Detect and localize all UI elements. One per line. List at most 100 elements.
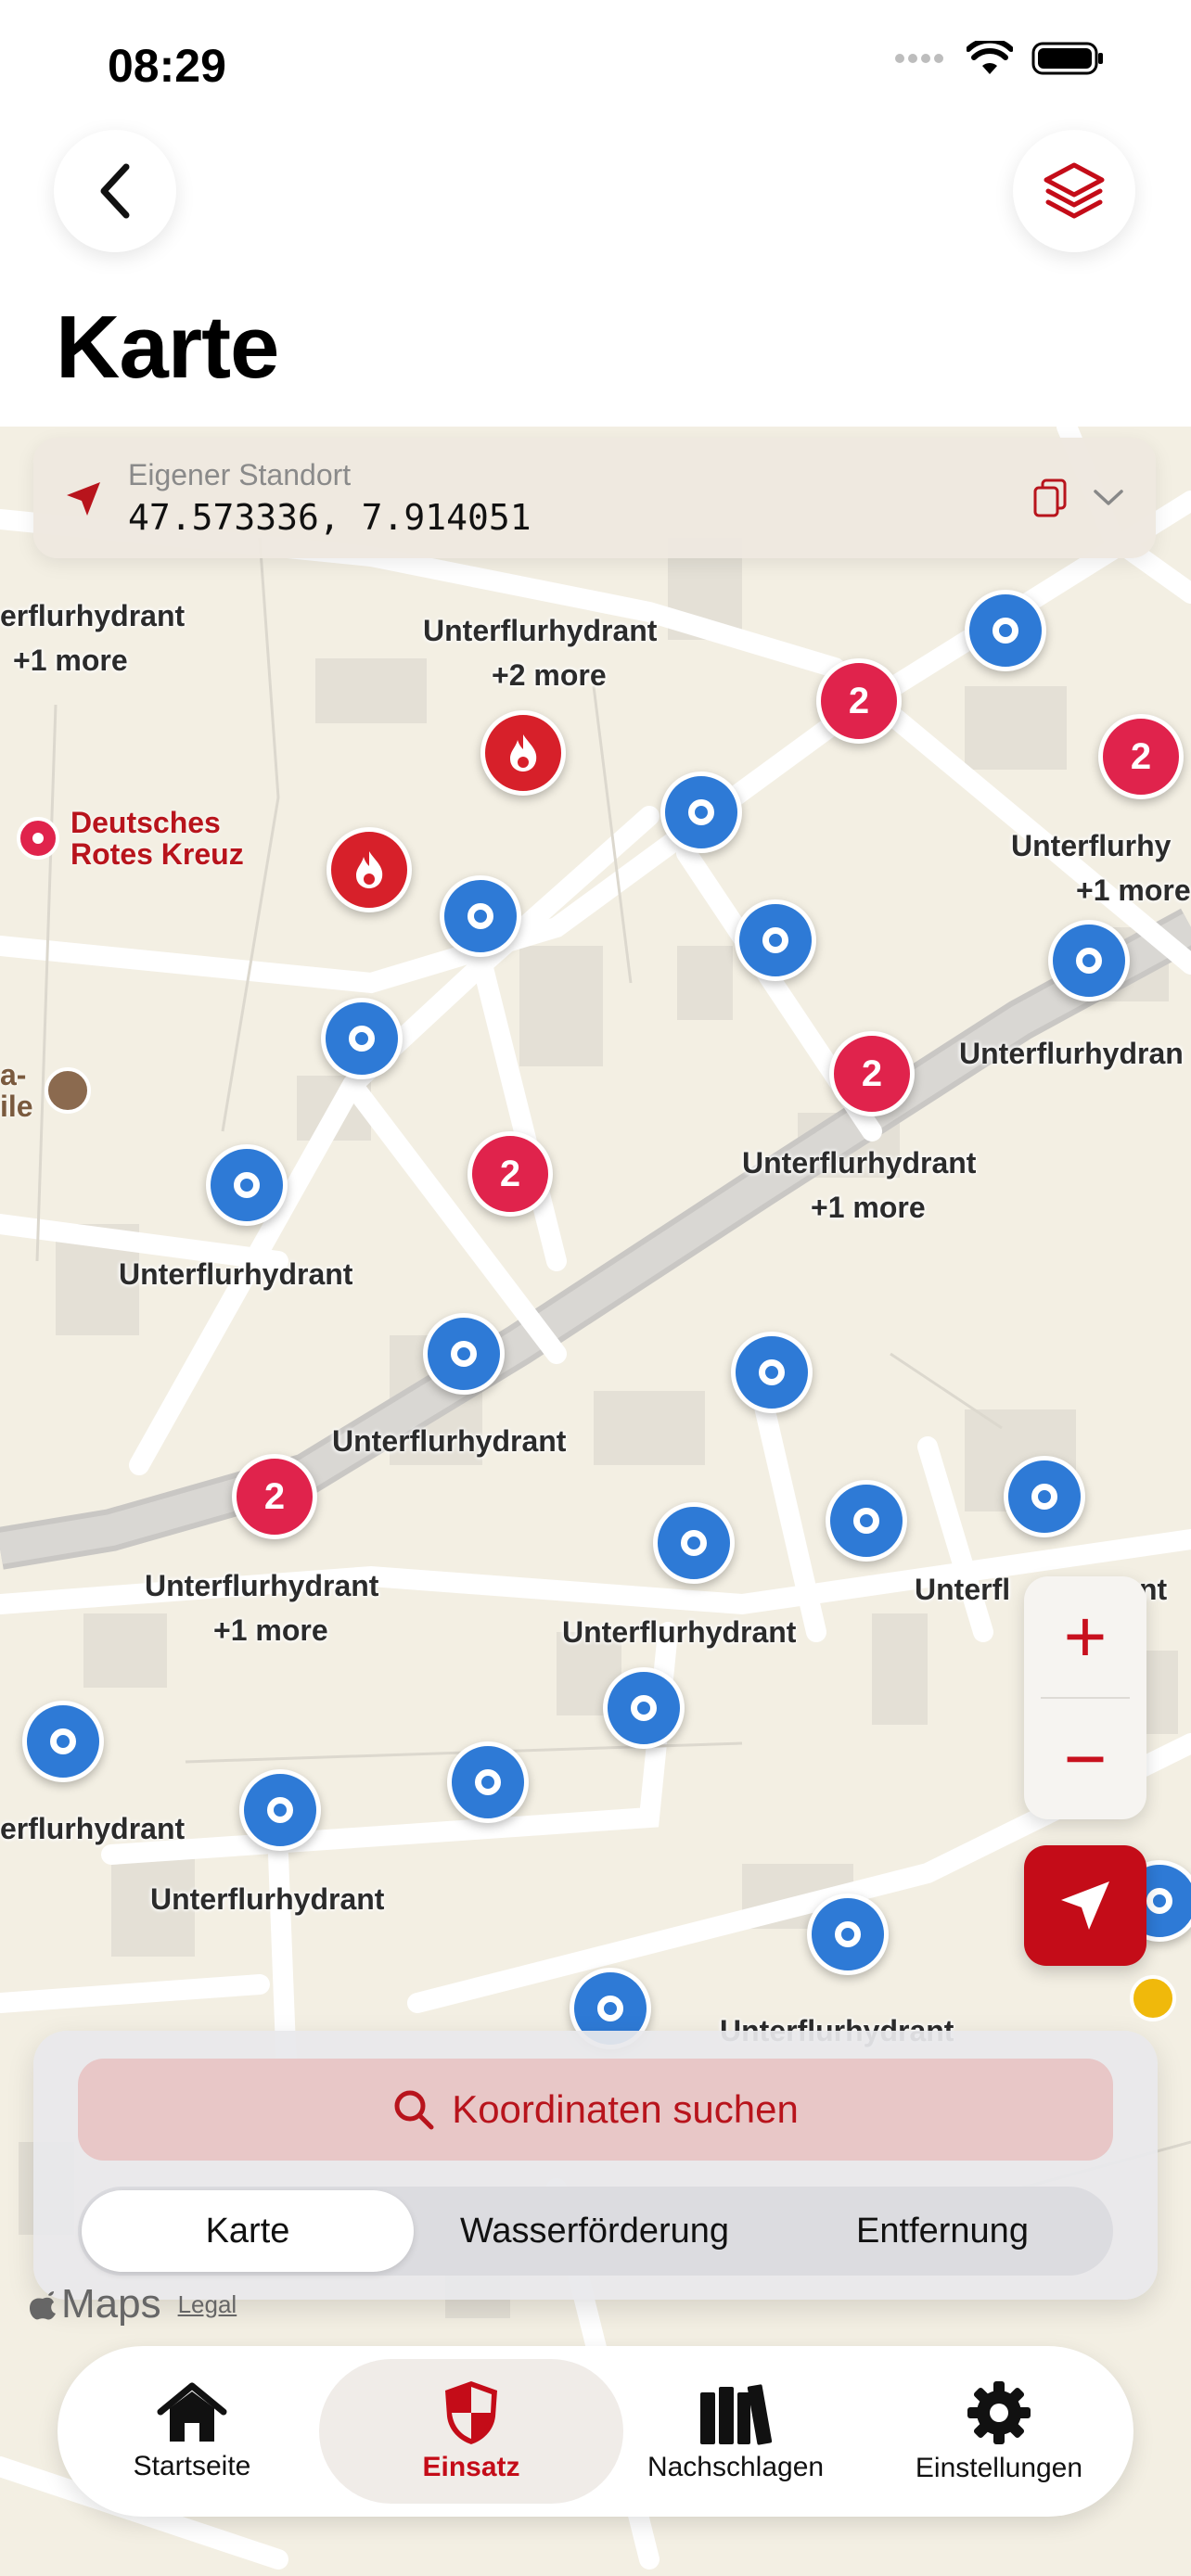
hydrant-pin[interactable]: [440, 875, 521, 957]
apple-logo-icon: [30, 2291, 56, 2320]
legal-link[interactable]: Legal: [178, 2290, 237, 2319]
status-bar: 08:29: [0, 0, 1191, 130]
hydrant-pin[interactable]: [653, 1502, 735, 1584]
shield-icon: [445, 2381, 497, 2444]
poi-pin-icon: [17, 817, 59, 860]
map-label: erflurhydrant: [0, 599, 186, 632]
poi-red-cross[interactable]: Deutsches Rotes Kreuz: [17, 807, 244, 870]
navigation-bar: Karte: [0, 130, 1191, 427]
cluster-pin[interactable]: 2: [829, 1031, 915, 1116]
hydrant-pin[interactable]: [447, 1741, 529, 1823]
poi-name-line2: Rotes Kreuz: [70, 837, 244, 871]
hydrant-pin[interactable]: [731, 1332, 813, 1413]
tab-label: Einstellungen: [915, 2453, 1083, 2483]
tab-bar: Startseite Einsatz Nachschlagen Einstell…: [58, 2346, 1133, 2517]
tab-label: Einsatz: [422, 2452, 520, 2482]
tab-label: Nachschlagen: [647, 2452, 825, 2482]
chevron-left-icon: [100, 163, 130, 219]
hydrant-pin[interactable]: [965, 590, 1046, 671]
location-coordinates: 47.573336, 7.914051: [128, 497, 531, 538]
hydrant-pin[interactable]: [826, 1480, 907, 1562]
house-icon: [157, 2382, 227, 2442]
fire-pin[interactable]: [480, 710, 566, 796]
hydrant-pin[interactable]: [603, 1667, 685, 1749]
building-icon: [44, 1067, 91, 1114]
wifi-icon: [967, 41, 1013, 74]
poi-name-line1: Deutsches: [70, 806, 221, 839]
segment-karte[interactable]: Karte: [82, 2190, 414, 2272]
location-arrow-icon: [67, 482, 100, 516]
zoom-out-button[interactable]: −: [1024, 1699, 1146, 1819]
map-label: Unterfl: [915, 1573, 1011, 1606]
fire-pin[interactable]: [327, 827, 412, 912]
tab-nachschlagen[interactable]: Nachschlagen: [601, 2346, 870, 2517]
mode-segmented-control: Karte Wasserförderung Entfernung: [78, 2187, 1113, 2276]
map-label: +1 more: [13, 644, 128, 677]
map-label: +2 more: [492, 658, 607, 692]
tab-label: Startseite: [133, 2451, 251, 2481]
location-arrow-icon: [1061, 1881, 1109, 1930]
layers-icon: [1044, 162, 1105, 219]
status-icons: [894, 41, 1106, 76]
tab-einsatz[interactable]: Einsatz: [319, 2359, 623, 2504]
layers-button[interactable]: [1013, 130, 1135, 252]
segment-entfernung[interactable]: Entfernung: [775, 2187, 1109, 2276]
status-time: 08:29: [108, 40, 226, 92]
own-location-card[interactable]: Eigener Standort 47.573336, 7.914051: [33, 438, 1156, 558]
map-label: +1 more: [213, 1613, 328, 1647]
search-coordinates-button[interactable]: Koordinaten suchen: [78, 2059, 1113, 2161]
hydrant-pin[interactable]: [22, 1701, 104, 1782]
map-label: +1 more: [1076, 874, 1191, 907]
map-label: Unterflurhydran: [959, 1037, 1184, 1070]
cluster-pin[interactable]: 2: [467, 1131, 553, 1217]
map-label: Unterflurhydrant: [742, 1146, 977, 1180]
search-icon: [394, 2090, 434, 2130]
map-label: erflurhydrant: [0, 1812, 186, 1845]
search-label: Koordinaten suchen: [452, 2087, 799, 2131]
copy-icon[interactable]: [1031, 478, 1069, 519]
map-label: +1 more: [811, 1191, 926, 1224]
hydrant-pin[interactable]: [807, 1894, 889, 1975]
cluster-pin[interactable]: 2: [816, 658, 902, 744]
map-label: Unterflurhydrant: [119, 1257, 353, 1291]
hydrant-pin[interactable]: [321, 998, 403, 1079]
back-button[interactable]: [54, 130, 176, 252]
map-label: Unterflurhydrant: [145, 1569, 379, 1602]
tab-einstellungen[interactable]: Einstellungen: [864, 2346, 1133, 2517]
hydrant-pin[interactable]: [1048, 920, 1130, 1001]
chevron-down-icon[interactable]: [1093, 488, 1124, 508]
map-label: Unterflurhydrant: [332, 1424, 567, 1458]
poi-partial[interactable]: a- ile: [0, 1059, 91, 1122]
tab-startseite[interactable]: Startseite: [58, 2346, 327, 2517]
hydrant-pin[interactable]: [735, 899, 816, 981]
locate-me-button[interactable]: [1024, 1845, 1146, 1966]
cellular-signal-icon: [895, 54, 943, 63]
flame-icon: [510, 734, 537, 772]
zoom-control: + −: [1024, 1576, 1146, 1819]
map-label: Unterflurhydrant: [562, 1615, 797, 1649]
page-title: Karte: [56, 298, 279, 397]
poi-partial-line2: ile: [0, 1090, 33, 1123]
map-attribution: Maps Legal: [28, 2281, 237, 2327]
battery-icon: [1031, 42, 1103, 75]
books-icon: [700, 2384, 773, 2445]
hydrant-pin[interactable]: [239, 1769, 321, 1851]
hydrant-pin[interactable]: [206, 1144, 288, 1226]
map-label: Unterflurhydrant: [150, 1882, 385, 1916]
cluster-pin[interactable]: 2: [232, 1454, 317, 1539]
maps-brand: Maps: [61, 2281, 161, 2327]
map-label: Unterflurhy: [1011, 829, 1172, 862]
location-label: Eigener Standort: [128, 458, 352, 491]
hydrant-pin[interactable]: [423, 1313, 505, 1395]
hydrant-pin[interactable]: [660, 772, 742, 853]
map-label: Unterflurhydrant: [423, 614, 658, 647]
cluster-pin[interactable]: 2: [1098, 714, 1184, 799]
segment-wasserfoerderung[interactable]: Wasserförderung: [423, 2187, 766, 2276]
zoom-in-button[interactable]: +: [1024, 1576, 1146, 1697]
poi-pin-icon[interactable]: [1130, 1975, 1176, 2021]
hydrant-pin[interactable]: [1004, 1456, 1085, 1537]
flame-icon: [356, 851, 383, 888]
map-control-panel: Koordinaten suchen Karte Wasserförderung…: [33, 2031, 1158, 2300]
gear-icon: [967, 2381, 1031, 2444]
poi-partial-line1: a-: [0, 1058, 27, 1091]
